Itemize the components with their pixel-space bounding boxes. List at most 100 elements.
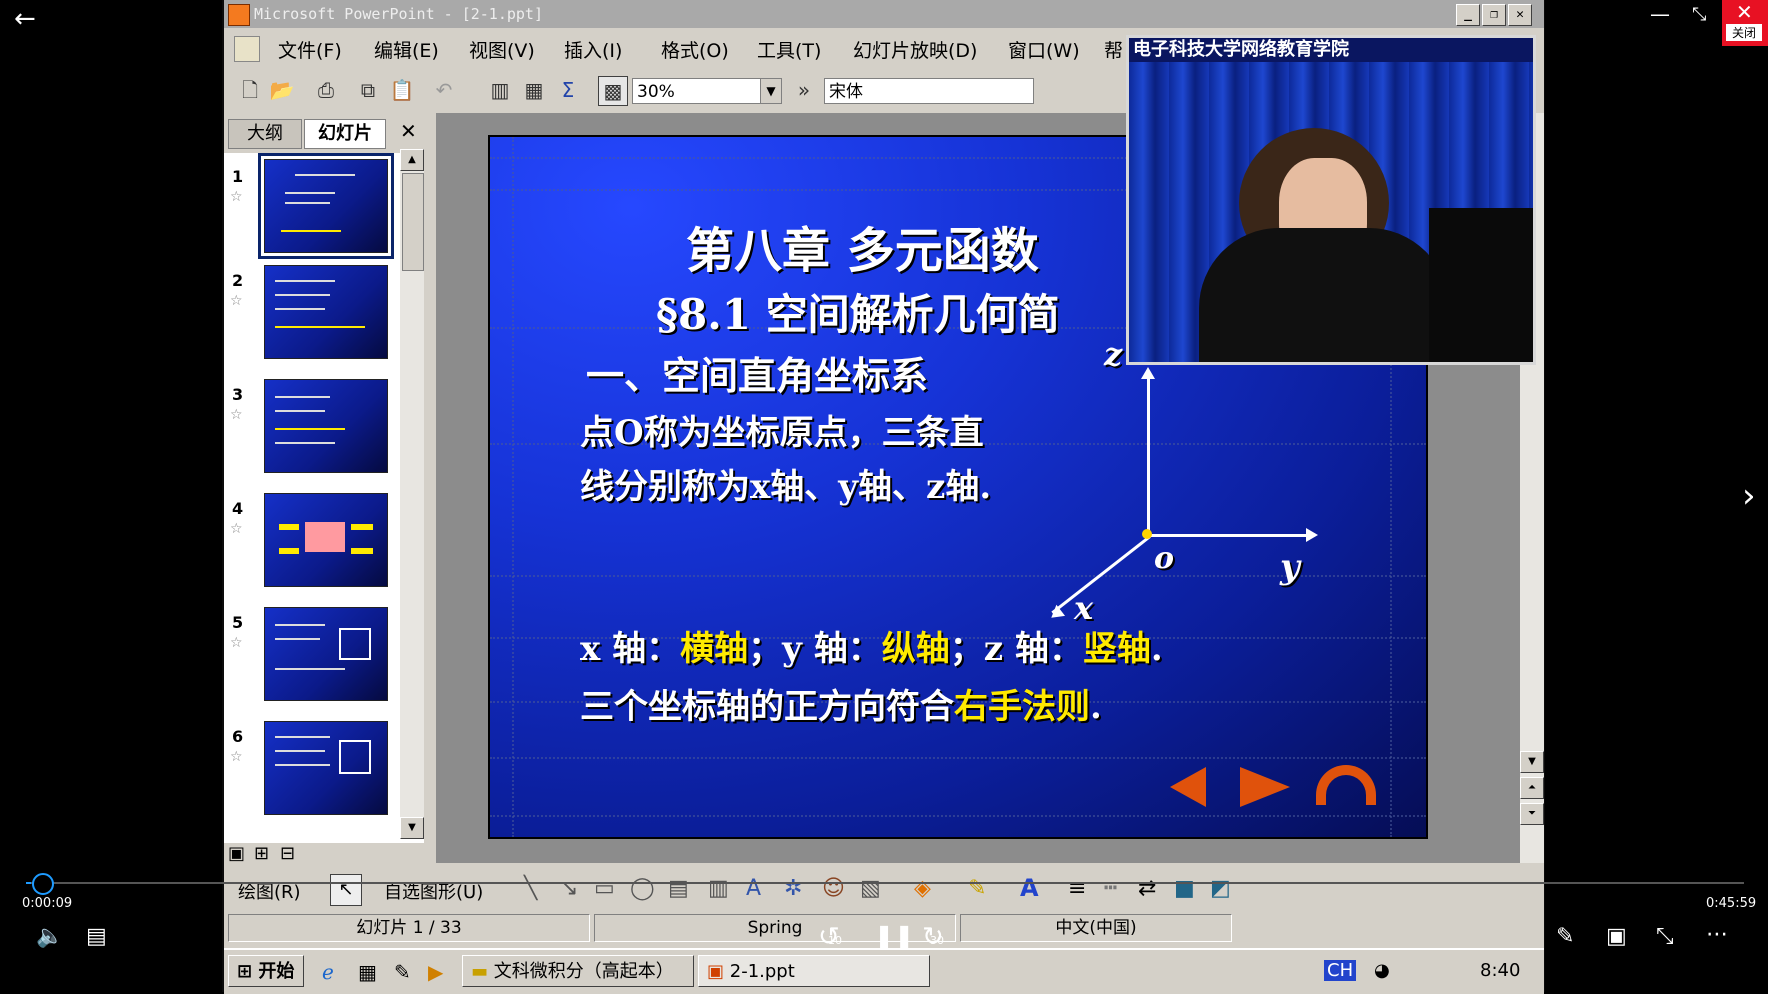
3d-icon[interactable]: ◩ — [1210, 876, 1231, 901]
textbox-icon[interactable]: ▤ — [668, 876, 689, 901]
dash-style-icon[interactable]: ┅ — [1104, 876, 1117, 901]
menu-format[interactable]: 格式(O) — [661, 36, 729, 63]
picture-in-picture-icon[interactable]: ▣ — [1606, 924, 1627, 949]
scroll-down-icon[interactable]: ▼ — [1520, 751, 1544, 773]
folder-label: 文科微积分（高起本） — [493, 961, 674, 982]
menu-file[interactable]: 文件(F) — [278, 36, 342, 63]
more-options-icon[interactable]: ⋯ — [1706, 922, 1728, 947]
scroll-up-icon[interactable]: ▲ — [400, 149, 424, 171]
slide-thumbnail-5[interactable] — [264, 607, 388, 701]
font-select[interactable]: 宋体 — [824, 78, 1034, 104]
taskbar-folder-window[interactable]: ▬ 文科微积分（高起本） — [462, 955, 694, 987]
close-player-button[interactable]: ✕ 关闭 — [1722, 0, 1768, 46]
folder-icon: ▬ — [471, 961, 489, 982]
tray-icon[interactable]: ◕ — [1374, 960, 1390, 981]
star-icon: ☆ — [230, 407, 243, 423]
rectangle-icon[interactable]: ▭ — [594, 876, 615, 901]
scroll-down-icon[interactable]: ▼ — [400, 817, 424, 839]
pause-icon[interactable]: ❚❚ — [874, 922, 914, 950]
normal-view-icon[interactable]: ▣ — [228, 843, 245, 864]
browser-icon[interactable]: ℯ — [322, 960, 334, 984]
diagram-icon[interactable]: ✲ — [784, 876, 802, 901]
slideshow-view-icon[interactable]: ⊟ — [280, 843, 295, 864]
line-style-icon[interactable]: ≡ — [1068, 876, 1086, 901]
open-icon[interactable]: 📂 — [268, 76, 296, 104]
clipart-icon[interactable]: ☺ — [822, 876, 845, 901]
zoom-select[interactable]: 30% ▼ — [632, 78, 782, 104]
sorter-view-icon[interactable]: ⊞ — [254, 843, 269, 864]
arrow-style-icon[interactable]: ⇄ — [1138, 876, 1156, 901]
next-chevron-icon[interactable]: › — [1742, 476, 1756, 516]
paste-icon[interactable]: 📋 — [388, 76, 416, 104]
slide-thumbnail-1[interactable] — [258, 153, 394, 259]
ime-indicator[interactable]: CH — [1324, 960, 1357, 981]
next-arrow-icon[interactable] — [1240, 767, 1290, 807]
arrow-icon[interactable]: ↘ — [560, 876, 578, 901]
back-arrow-icon[interactable]: ← — [14, 4, 36, 34]
restore-button[interactable]: ❐ — [1482, 4, 1506, 26]
return-arrow-icon[interactable] — [1316, 765, 1376, 805]
line-icon[interactable]: ╲ — [524, 876, 537, 901]
print-icon[interactable]: ⎙ — [312, 76, 340, 104]
sum-icon[interactable]: Σ — [554, 76, 582, 104]
media-icon[interactable]: ✎ — [394, 960, 411, 984]
slide-thumbnail-3[interactable] — [264, 379, 388, 473]
menu-window[interactable]: 窗口(W) — [1008, 36, 1080, 63]
fill-color-icon[interactable]: ◈ — [914, 876, 931, 901]
close-window-button[interactable]: ✕ — [1508, 4, 1532, 26]
subtitles-icon[interactable]: ▤ — [86, 924, 107, 949]
pen-icon[interactable]: ✎ — [1556, 924, 1574, 949]
chevron-down-icon: ▼ — [760, 79, 781, 103]
table-icon[interactable]: ▦ — [520, 76, 548, 104]
minimize-player-icon[interactable]: — — [1650, 2, 1670, 26]
select-pointer-icon[interactable]: ↖ — [330, 874, 362, 906]
exit-fullscreen-icon[interactable]: ⤡ — [1656, 924, 1674, 949]
thumbnail-scrollbar[interactable]: ▲ ▼ — [400, 149, 424, 839]
rewind-seconds: 10 — [828, 934, 842, 947]
document-icon[interactable] — [234, 36, 260, 62]
close-pane-icon[interactable]: ✕ — [400, 119, 417, 143]
tab-outline[interactable]: 大纲 — [228, 119, 302, 149]
previous-slide-icon[interactable]: ⏶ — [1520, 777, 1544, 799]
undo-icon[interactable]: ↶ — [430, 76, 458, 104]
slide-thumbnail-6[interactable] — [264, 721, 388, 815]
taskbar-ppt-window[interactable]: ▣ 2-1.ppt — [698, 955, 930, 987]
desktop-icon[interactable]: ▦ — [358, 960, 377, 984]
menu-edit[interactable]: 编辑(E) — [374, 36, 439, 63]
menu-insert[interactable]: 插入(I) — [564, 36, 622, 63]
font-color-icon[interactable]: A — [1020, 874, 1039, 902]
picture-icon[interactable]: ▧ — [860, 876, 881, 901]
minimize-button[interactable]: _ — [1456, 4, 1480, 26]
menu-help[interactable]: 帮 — [1104, 36, 1123, 63]
previous-arrow-icon[interactable] — [1170, 767, 1206, 807]
z-label: z — [1104, 335, 1123, 373]
slide-thumbnail-4[interactable] — [264, 493, 388, 587]
progress-fill — [26, 882, 31, 884]
copy-icon[interactable]: ⧉ — [354, 76, 382, 104]
restore-player-icon[interactable]: ⤡ — [1692, 4, 1706, 25]
volume-icon[interactable]: 🔈 — [36, 924, 63, 949]
scroll-thumb[interactable] — [402, 173, 424, 271]
progress-track[interactable] — [26, 882, 1744, 884]
progress-knob[interactable] — [32, 873, 54, 895]
chart-icon[interactable]: ▥ — [486, 76, 514, 104]
next-slide-icon[interactable]: ⏷ — [1520, 803, 1544, 825]
menu-tools[interactable]: 工具(T) — [757, 36, 821, 63]
shadow-icon[interactable]: ■ — [1174, 876, 1195, 901]
oval-icon[interactable]: ◯ — [630, 876, 655, 901]
menu-slideshow[interactable]: 幻灯片放映(D) — [853, 36, 977, 63]
new-icon[interactable]: 🗋 — [236, 76, 264, 104]
line-color-icon[interactable]: ✎ — [968, 876, 986, 901]
start-button[interactable]: ⊞ 开始 — [228, 955, 304, 987]
player-icon[interactable]: ▶ — [428, 960, 443, 984]
section-title: §8.1 空间解析几何简 — [656, 290, 1060, 339]
y-prefix: ；y 轴： — [748, 629, 882, 669]
vertical-textbox-icon[interactable]: ▥ — [708, 876, 729, 901]
menu-view[interactable]: 视图(V) — [469, 36, 535, 63]
slide-thumbnail-2[interactable] — [264, 265, 388, 359]
thumbnail-number: 3 — [232, 385, 244, 404]
wordart-icon[interactable]: A — [746, 876, 761, 901]
grid-icon[interactable]: ▩ — [598, 76, 628, 106]
more-tools-icon[interactable]: » — [790, 76, 818, 104]
tab-slides[interactable]: 幻灯片 — [304, 119, 386, 149]
